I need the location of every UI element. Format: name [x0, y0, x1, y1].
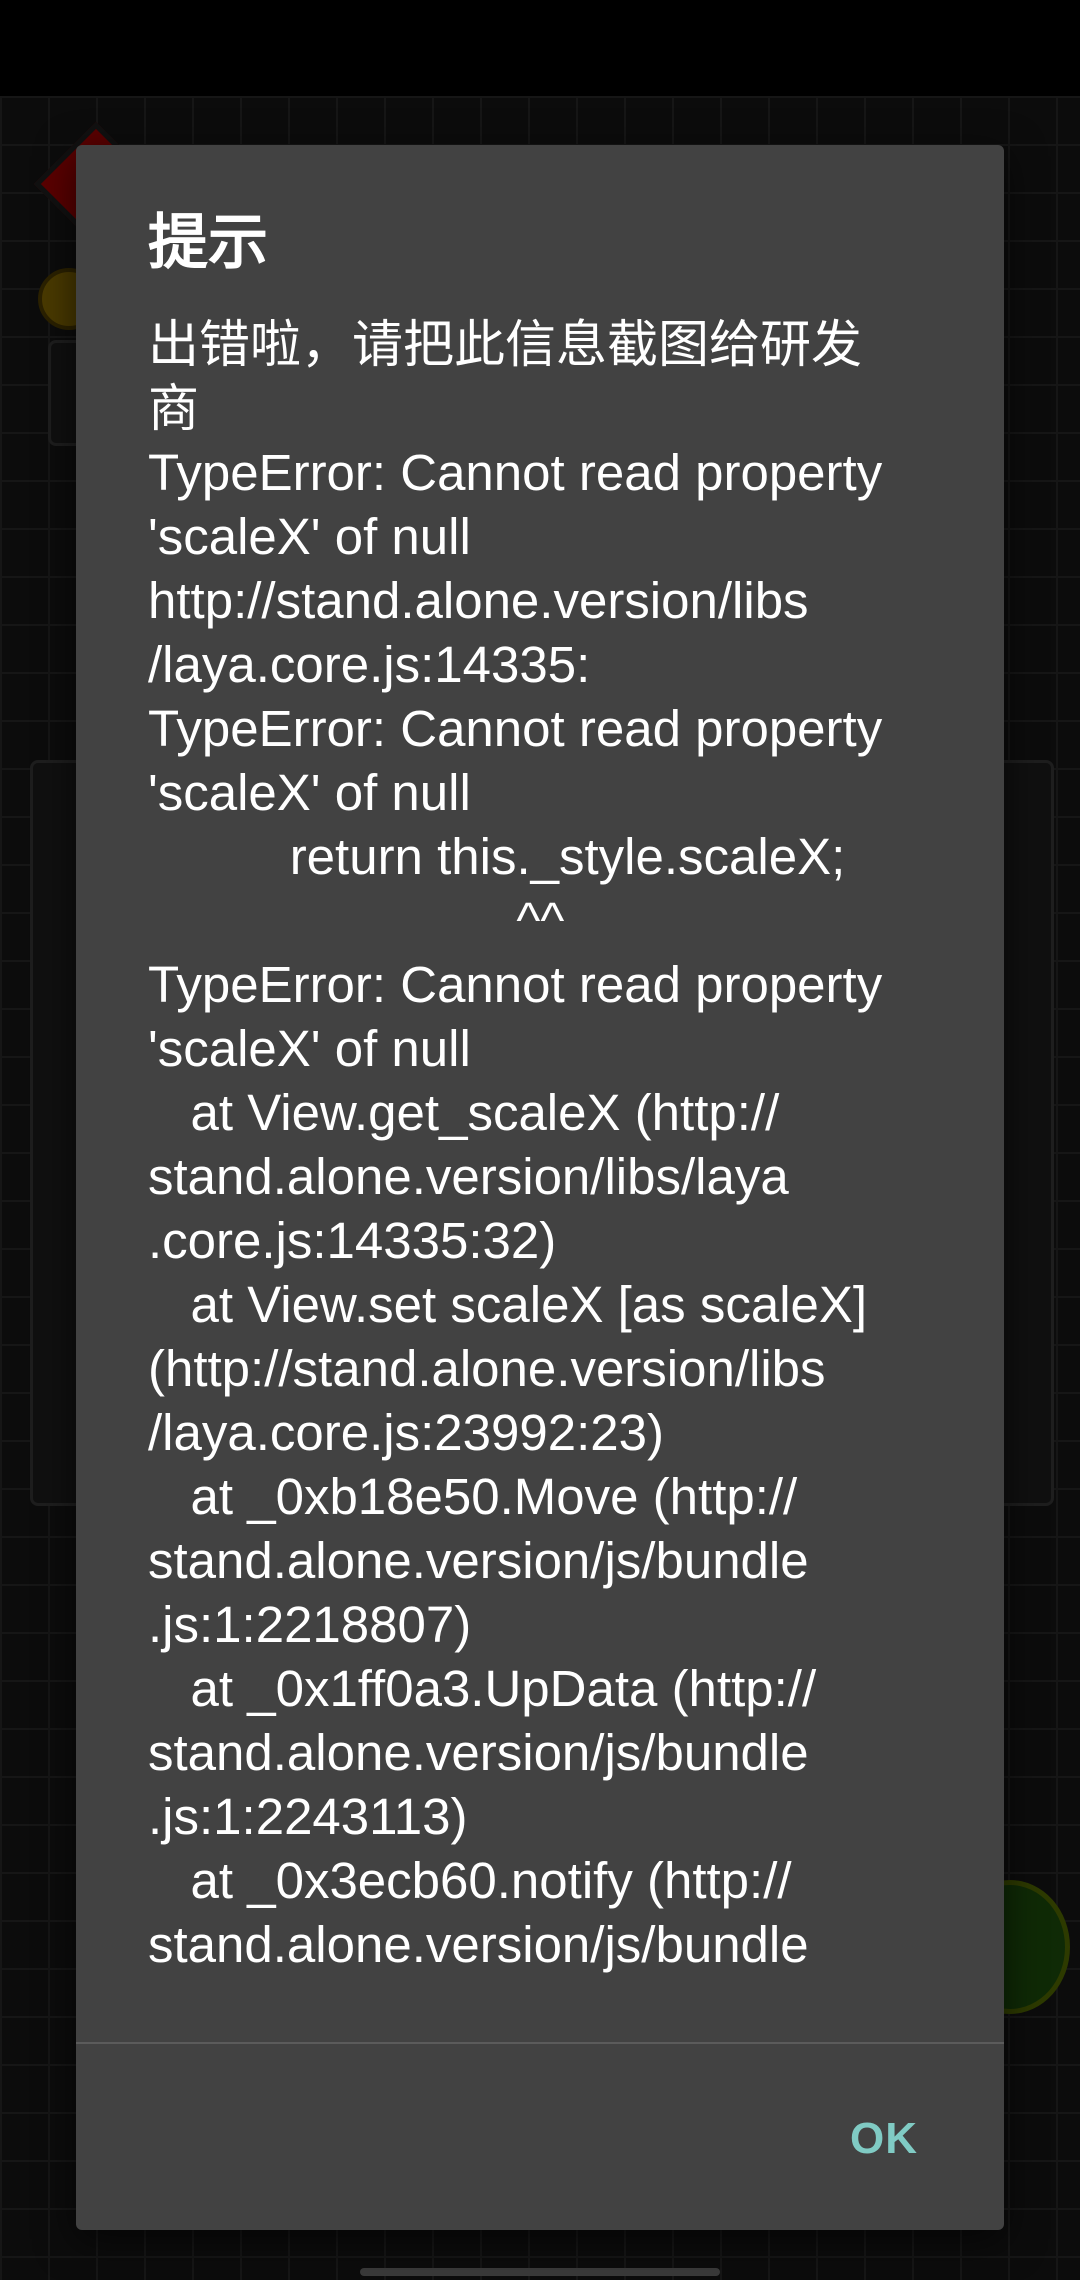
- dialog-content-scroll[interactable]: 出错啦，请把此信息截图给研发 商 TypeError: Cannot read …: [148, 313, 968, 2188]
- dialog-divider: [76, 2042, 1004, 2044]
- error-dialog: 提示 出错啦，请把此信息截图给研发 商 TypeError: Cannot re…: [76, 145, 1004, 2230]
- home-indicator: [360, 2268, 720, 2276]
- dialog-title: 提示: [148, 208, 268, 278]
- error-message: 出错啦，请把此信息截图给研发 商 TypeError: Cannot read …: [148, 316, 883, 1973]
- status-bar: [0, 0, 1080, 96]
- screen: 提示 出错啦，请把此信息截图给研发 商 TypeError: Cannot re…: [0, 0, 1080, 2280]
- ok-button[interactable]: OK: [836, 2104, 932, 2174]
